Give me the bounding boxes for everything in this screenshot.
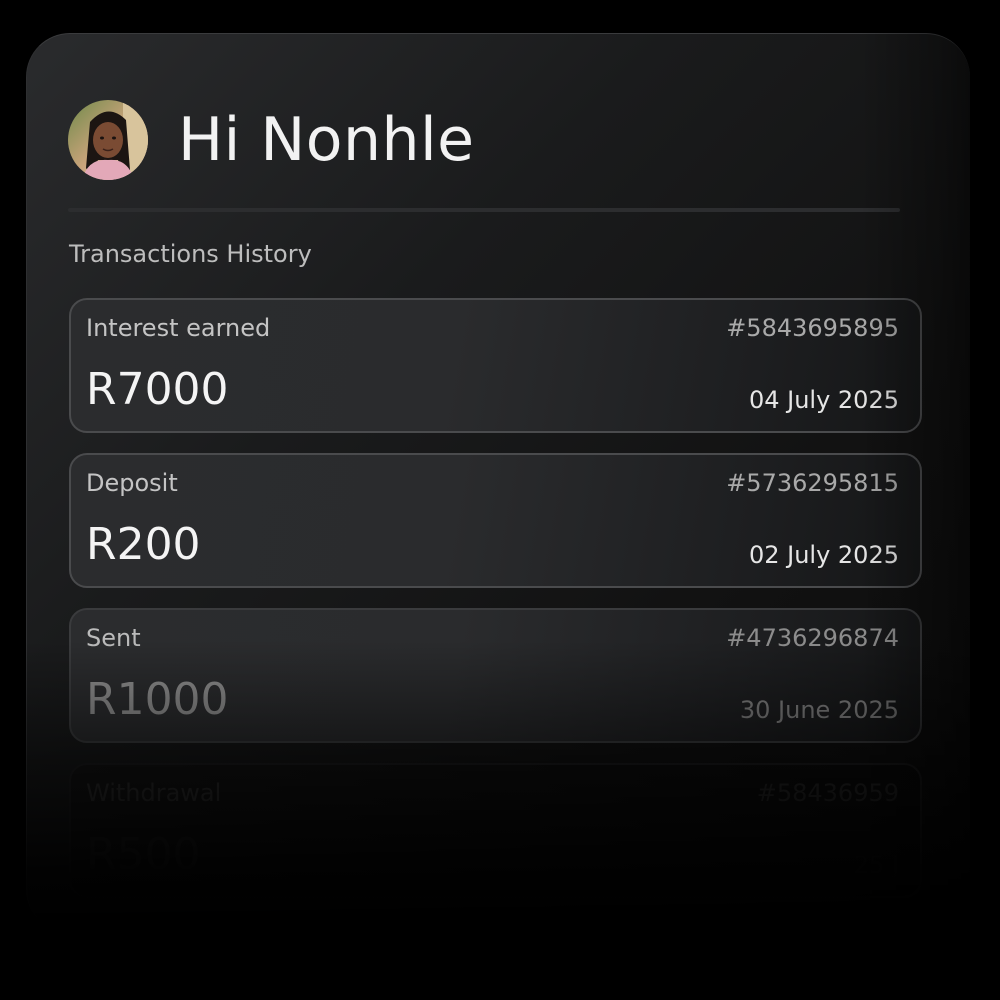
transaction-amount: R200 xyxy=(86,519,201,570)
transaction-type: Deposit xyxy=(86,469,178,497)
transaction-date: 04 July 2025 xyxy=(748,386,899,414)
app-screen: Hi Nonhle Transactions History Interest … xyxy=(0,0,1000,1000)
transaction-type: Withdrawal xyxy=(86,779,222,807)
divider xyxy=(68,208,900,212)
transaction-date: 30 June 2025 xyxy=(739,696,899,724)
transaction-amount: R7000 xyxy=(86,364,229,415)
transaction-card[interactable]: Interest earned #5843695895 R7000 04 Jul… xyxy=(69,298,922,433)
transaction-amount: R1000 xyxy=(86,674,229,725)
transaction-card[interactable]: Sent #4736296874 R1000 30 June 2025 xyxy=(69,608,922,743)
section-title: Transactions History xyxy=(69,240,312,268)
user-avatar-icon xyxy=(68,100,148,180)
greeting-title: Hi Nonhle xyxy=(178,105,475,175)
transaction-date: 25 J xyxy=(853,851,899,879)
transaction-reference: #5736295815 xyxy=(726,469,899,497)
transaction-type: Interest earned xyxy=(86,314,271,342)
transaction-date: 02 July 2025 xyxy=(748,541,899,569)
transaction-reference: #5843695895 xyxy=(726,314,899,342)
transaction-card[interactable]: Withdrawal #58436959 R500 25 J xyxy=(69,763,922,898)
header: Hi Nonhle xyxy=(68,99,475,181)
transaction-card[interactable]: Deposit #5736295815 R200 02 July 2025 xyxy=(69,453,922,588)
transaction-amount: R500 xyxy=(86,829,201,880)
transaction-reference: #58436959 xyxy=(756,779,899,807)
transaction-type: Sent xyxy=(86,624,141,652)
avatar[interactable] xyxy=(68,100,148,180)
transaction-reference: #4736296874 xyxy=(726,624,899,652)
